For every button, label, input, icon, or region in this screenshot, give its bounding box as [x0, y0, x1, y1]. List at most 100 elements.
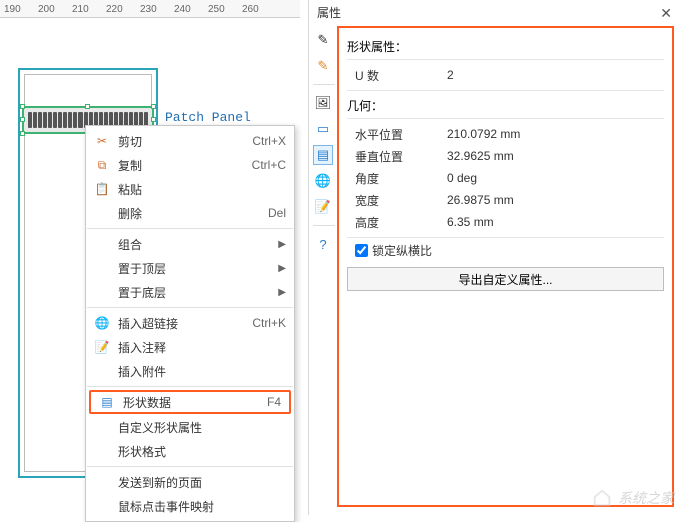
horizontal-ruler: 190 200 210 220 230 240 250 260 — [0, 0, 300, 18]
data-icon: ▤ — [97, 394, 117, 410]
menu-item[interactable]: ▤ 形状数据 F4 — [89, 390, 291, 414]
properties-highlight-box: 形状属性： U 数 2 几何： 水平位置210.0792 mm垂直位置32.96… — [337, 26, 674, 507]
prop-key: 角度 — [347, 170, 447, 187]
panel-icon-strip: ✎ ✎ 🖼 ▭ ▤ 🌐 📝 ? — [313, 30, 335, 254]
blank-icon — [92, 498, 112, 514]
cut-icon: ✂ — [92, 133, 112, 149]
ruler-tick: 200 — [38, 4, 55, 15]
lock-aspect-checkbox[interactable]: 锁定纵横比 — [355, 242, 664, 259]
link-icon: 🌐 — [92, 315, 112, 331]
property-row[interactable]: 水平位置210.0792 mm — [347, 123, 664, 145]
menu-label: 粘贴 — [118, 181, 286, 198]
pencil-icon[interactable]: ✎ — [313, 30, 333, 50]
property-row[interactable]: 宽度26.9875 mm — [347, 189, 664, 211]
property-row[interactable]: 角度0 deg — [347, 167, 664, 189]
menu-label: 剪切 — [118, 133, 244, 150]
menu-shortcut: Ctrl+X — [252, 134, 286, 148]
menu-label: 组合 — [118, 236, 278, 253]
context-menu: ✂剪切Ctrl+X⧉复制Ctrl+C📋粘贴删除Del组合▶置于顶层▶置于底层▶🌐… — [85, 125, 295, 522]
prop-key: U 数 — [347, 67, 447, 84]
close-icon[interactable]: ✕ — [660, 0, 672, 26]
menu-label: 形状数据 — [123, 394, 259, 411]
lock-aspect-input[interactable] — [355, 244, 368, 257]
prop-key: 垂直位置 — [347, 148, 447, 165]
blank-icon — [92, 363, 112, 379]
prop-key: 高度 — [347, 214, 447, 231]
blank-icon — [92, 474, 112, 490]
menu-label: 置于底层 — [118, 284, 278, 301]
prop-value[interactable]: 210.0792 mm — [447, 127, 664, 141]
properties-panel: 属性 ✕ ✎ ✎ 🖼 ▭ ▤ 🌐 📝 ? 形状属性： U 数 2 几何： 水平位… — [308, 0, 680, 515]
ruler-tick: 190 — [4, 4, 21, 15]
menu-item[interactable]: 发送到新的页面 — [86, 470, 294, 494]
prop-value[interactable]: 2 — [447, 68, 664, 82]
paste-icon: 📋 — [92, 181, 112, 197]
geometry-title: 几何： — [347, 97, 664, 114]
menu-shortcut: F4 — [267, 395, 281, 409]
blank-icon — [92, 443, 112, 459]
menu-item[interactable]: 置于底层▶ — [86, 280, 294, 304]
blank-icon — [92, 284, 112, 300]
blank-icon — [92, 236, 112, 252]
rect-icon[interactable]: ▭ — [313, 119, 333, 139]
copy-icon: ⧉ — [92, 157, 112, 173]
menu-shortcut: Del — [268, 206, 286, 220]
prop-value[interactable]: 26.9875 mm — [447, 193, 664, 207]
menu-label: 删除 — [118, 205, 260, 222]
menu-label: 插入注释 — [118, 339, 286, 356]
data-icon[interactable]: ▤ — [313, 145, 333, 165]
property-row[interactable]: 高度6.35 mm — [347, 211, 664, 233]
export-custom-button[interactable]: 导出自定义属性... — [347, 267, 664, 291]
help-icon[interactable]: ? — [313, 234, 333, 254]
ruler-tick: 260 — [242, 4, 259, 15]
menu-label: 置于顶层 — [118, 260, 278, 277]
chevron-right-icon: ▶ — [278, 239, 286, 250]
ruler-tick: 250 — [208, 4, 225, 15]
ruler-tick: 230 — [140, 4, 157, 15]
chevron-right-icon: ▶ — [278, 263, 286, 274]
note-icon: 📝 — [92, 339, 112, 355]
menu-label: 形状格式 — [118, 443, 286, 460]
prop-value[interactable]: 0 deg — [447, 171, 664, 185]
menu-item[interactable]: 组合▶ — [86, 232, 294, 256]
chevron-right-icon: ▶ — [278, 287, 286, 298]
property-row[interactable]: U 数 2 — [347, 64, 664, 86]
menu-label: 插入附件 — [118, 363, 286, 380]
image-icon[interactable]: 🖼 — [313, 93, 333, 113]
blank-icon — [92, 205, 112, 221]
prop-key: 水平位置 — [347, 126, 447, 143]
menu-label: 自定义形状属性 — [118, 419, 286, 436]
watermark: 系统之家 — [592, 487, 674, 509]
menu-item[interactable]: 🌐 插入超链接 Ctrl+K — [86, 311, 294, 335]
blank-icon — [92, 260, 112, 276]
menu-item[interactable]: 置于顶层▶ — [86, 256, 294, 280]
menu-item[interactable]: 自定义形状属性 — [86, 415, 294, 439]
menu-label: 发送到新的页面 — [118, 474, 286, 491]
menu-item[interactable]: 📋 粘贴 — [86, 177, 294, 201]
menu-item[interactable]: 删除 Del — [86, 201, 294, 225]
ruler-tick: 220 — [106, 4, 123, 15]
menu-label: 复制 — [118, 157, 244, 174]
menu-label: 插入超链接 — [118, 315, 244, 332]
prop-value[interactable]: 6.35 mm — [447, 215, 664, 229]
note-icon[interactable]: 📝 — [313, 197, 333, 217]
blank-icon — [92, 419, 112, 435]
property-row[interactable]: 垂直位置32.9625 mm — [347, 145, 664, 167]
menu-item[interactable]: 插入附件 — [86, 359, 294, 383]
lock-aspect-label: 锁定纵横比 — [372, 242, 432, 259]
menu-shortcut: Ctrl+C — [252, 158, 286, 172]
globe-icon[interactable]: 🌐 — [313, 171, 333, 191]
menu-item[interactable]: 鼠标点击事件映射 — [86, 494, 294, 518]
menu-item[interactable]: ✂ 剪切 Ctrl+X — [86, 129, 294, 153]
menu-item[interactable]: 形状格式 — [86, 439, 294, 463]
menu-label: 鼠标点击事件映射 — [118, 498, 286, 515]
menu-shortcut: Ctrl+K — [252, 316, 286, 330]
prop-value[interactable]: 32.9625 mm — [447, 149, 664, 163]
prop-key: 宽度 — [347, 192, 447, 209]
patch-panel-label: Patch Panel — [165, 110, 251, 125]
edit-icon[interactable]: ✎ — [313, 56, 333, 76]
shape-attr-title: 形状属性： — [347, 38, 664, 55]
menu-item[interactable]: ⧉ 复制 Ctrl+C — [86, 153, 294, 177]
menu-item[interactable]: 📝 插入注释 — [86, 335, 294, 359]
ruler-tick: 240 — [174, 4, 191, 15]
